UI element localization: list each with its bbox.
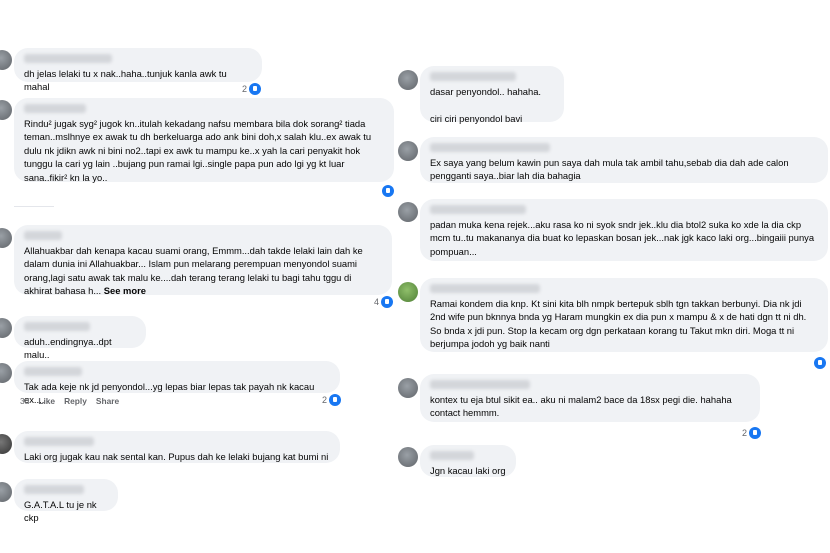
commenter-name-blurred[interactable] <box>24 322 90 331</box>
reaction-count[interactable]: 2 <box>740 426 764 440</box>
commenter-name-blurred[interactable] <box>430 143 550 152</box>
comment-text: kontex tu eja btul sikit ea.. aku ni mal… <box>430 394 735 419</box>
commenter-name-blurred[interactable] <box>430 205 526 214</box>
like-icon <box>382 185 394 197</box>
divider <box>14 206 54 207</box>
comment-bubble: aduh..endingnya..dpt malu.. <box>14 316 146 360</box>
commenter-avatar[interactable] <box>0 50 12 70</box>
commenter-name-blurred[interactable] <box>430 380 530 389</box>
commenter-avatar[interactable] <box>0 363 12 383</box>
comment-bubble: G.A.T.A.L tu je nk ckp <box>14 479 118 523</box>
commenter-avatar[interactable] <box>0 100 12 120</box>
like-icon <box>249 83 262 95</box>
like-icon <box>814 357 826 369</box>
commenter-avatar[interactable] <box>0 434 12 454</box>
comment-text: padan muka kena rejek...aku rasa ko ni s… <box>430 219 817 257</box>
commenter-name-blurred[interactable] <box>24 437 94 446</box>
comment-bubble: dh jelas lelaki tu x nak..haha..tunjuk k… <box>14 48 262 92</box>
comment-bubble: Jgn kacau laki org <box>420 445 516 477</box>
reaction-count[interactable]: 4 <box>372 295 396 309</box>
commenter-name-blurred[interactable] <box>430 284 540 293</box>
commenter-name-blurred[interactable] <box>24 367 82 376</box>
comment-bubble: Tak ada keje nk jd penyondol...yg lepas … <box>14 361 340 405</box>
comment-text: Laki org jugak kau nak sental kan. Pupus… <box>24 451 329 462</box>
comment-bubble: Ramai kondem dia knp. Kt sini kita blh n… <box>420 278 828 352</box>
commenter-avatar[interactable] <box>398 378 418 398</box>
comment-bubble: Allahuakbar dah kenapa kacau suami orang… <box>14 225 392 297</box>
comment-text: Ex saya yang belum kawin pun saya dah mu… <box>430 157 792 182</box>
commenter-name-blurred[interactable] <box>24 485 84 494</box>
comment-bubble: dasar penyondol.. hahaha. ciri ciri peny… <box>420 66 564 124</box>
commenter-avatar[interactable] <box>398 202 418 222</box>
comment-bubble: Laki org jugak kau nak sental kan. Pupus… <box>14 431 340 463</box>
reaction-count[interactable] <box>380 184 396 198</box>
reaction-count[interactable] <box>812 356 828 370</box>
comment-bubble: Rindu² jugak syg² jugok kn..itulah kekad… <box>14 98 394 183</box>
commenter-avatar[interactable] <box>0 318 12 338</box>
commenter-avatar[interactable] <box>398 282 418 302</box>
commenter-name-blurred[interactable] <box>24 104 86 113</box>
commenter-name-blurred[interactable] <box>430 451 474 460</box>
comment-text: G.A.T.A.L tu je nk ckp <box>24 499 100 524</box>
see-more-link[interactable]: See more <box>104 285 146 296</box>
comment-text: aduh..endingnya..dpt malu.. <box>24 336 115 361</box>
like-icon <box>329 394 342 406</box>
commenter-avatar[interactable] <box>398 447 418 467</box>
comment-actions: 3d Like Reply Share <box>20 396 119 406</box>
comment-bubble: Ex saya yang belum kawin pun saya dah mu… <box>420 137 828 183</box>
commenter-avatar[interactable] <box>398 70 418 90</box>
comment-text: Ramai kondem dia knp. Kt sini kita blh n… <box>430 298 809 350</box>
comment-text: Rindu² jugak syg² jugok kn..itulah kekad… <box>24 118 374 183</box>
reaction-count[interactable]: 2 <box>320 393 344 407</box>
commenter-avatar[interactable] <box>398 141 418 161</box>
like-button[interactable]: Like <box>38 396 55 406</box>
like-icon <box>749 427 762 439</box>
comment-bubble: padan muka kena rejek...aku rasa ko ni s… <box>420 199 828 261</box>
comment-timestamp[interactable]: 3d <box>20 396 29 406</box>
comment-text: Jgn kacau laki org <box>430 465 506 476</box>
reply-button[interactable]: Reply <box>64 396 87 406</box>
comment-text: dasar penyondol.. hahaha. ciri ciri peny… <box>430 86 542 124</box>
reaction-count[interactable]: 2 <box>240 82 264 96</box>
like-icon <box>381 296 394 308</box>
share-button[interactable]: Share <box>96 396 119 406</box>
commenter-name-blurred[interactable] <box>24 231 62 240</box>
commenter-name-blurred[interactable] <box>24 54 112 63</box>
comment-bubble: kontex tu eja btul sikit ea.. aku ni mal… <box>420 374 760 422</box>
commenter-name-blurred[interactable] <box>430 72 516 81</box>
comment-text: Allahuakbar dah kenapa kacau suami orang… <box>24 245 366 297</box>
commenter-avatar[interactable] <box>0 228 12 248</box>
commenter-avatar[interactable] <box>0 482 12 502</box>
comment-text: dh jelas lelaki tu x nak..haha..tunjuk k… <box>24 68 230 93</box>
